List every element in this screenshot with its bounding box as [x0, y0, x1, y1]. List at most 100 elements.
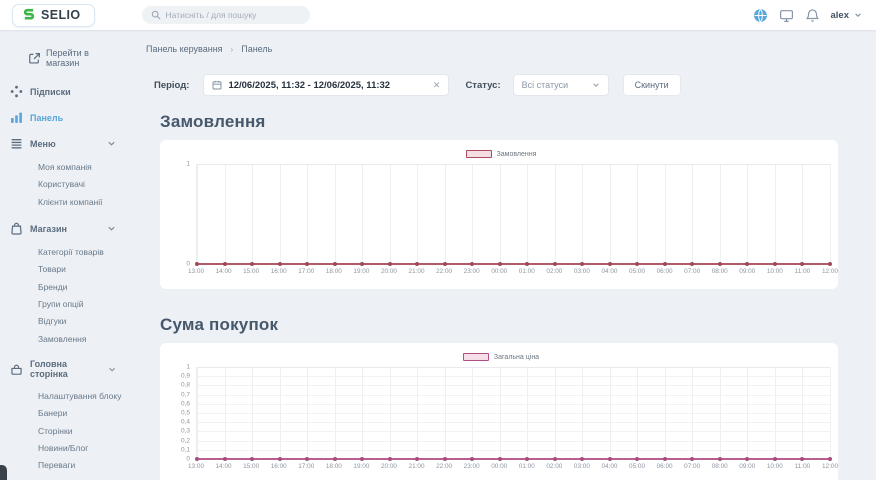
sidebar-item-menu[interactable]: Меню [10, 137, 138, 150]
x-tick-label: 04:00 [601, 268, 617, 275]
data-point [580, 457, 584, 461]
x-tick-label: 20:00 [381, 268, 397, 275]
clear-period-icon[interactable]: ✕ [433, 81, 441, 90]
window-corner-artifact [0, 465, 7, 480]
sidebar-subitem[interactable]: Категорії товарів [38, 248, 138, 257]
chart-legend[interactable]: Загальна ціна [172, 350, 830, 364]
sidebar-subitem[interactable]: Новини/Блог [38, 444, 138, 453]
chevron-down-icon [592, 81, 600, 89]
sidebar-subitem[interactable]: Банери [38, 409, 138, 418]
y-tick-label: 0 [186, 261, 190, 268]
reset-filters-button[interactable]: Скинути [623, 74, 681, 96]
x-tick-label: 09:00 [739, 463, 755, 470]
x-tick-label: 15:00 [243, 268, 259, 275]
y-tick-label: 0,1 [181, 446, 190, 453]
data-point [278, 262, 282, 266]
data-point [333, 457, 337, 461]
period-date-input[interactable]: 12/06/2025, 11:32 - 12/06/2025, 11:32 ✕ [203, 74, 449, 96]
gridline-vertical [720, 164, 721, 264]
x-tick-label: 13:00 [188, 463, 204, 470]
x-tick-label: 13:00 [188, 268, 204, 275]
y-tick-label: 1 [186, 161, 190, 168]
x-tick-label: 08:00 [712, 268, 728, 275]
x-tick-label: 21:00 [409, 463, 425, 470]
sidebar-subitem[interactable]: Сторінки [38, 427, 138, 436]
y-tick-label: 0,6 [181, 400, 190, 407]
data-point [223, 262, 227, 266]
chart-title: Сума покупок [160, 315, 876, 335]
y-tick-label: 0,8 [181, 382, 190, 389]
x-tick-label: 11:00 [795, 268, 811, 275]
x-tick-label: 23:00 [464, 268, 480, 275]
display-icon[interactable] [779, 8, 794, 23]
x-tick-label: 12:00 [822, 463, 838, 470]
sidebar-subitem[interactable]: Відгуки [38, 317, 138, 326]
user-menu[interactable]: alex [831, 10, 863, 21]
x-tick-label: 14:00 [216, 268, 232, 275]
sidebar-subitem[interactable]: Користувачі [38, 180, 138, 189]
gridline-horizontal [197, 395, 830, 396]
app-root: SELIO alex [0, 0, 876, 480]
chart-legend[interactable]: Замовлення [172, 147, 830, 161]
data-point [800, 457, 804, 461]
y-axis: 10 [172, 164, 196, 264]
data-point [745, 457, 749, 461]
x-tick-label: 22:00 [436, 463, 452, 470]
logo[interactable]: SELIO [12, 4, 95, 27]
chart-plot-wrap: 10 [172, 164, 830, 264]
user-name: alex [831, 10, 850, 21]
sidebar-subitem[interactable]: Налаштування блоку [38, 392, 138, 401]
x-tick-label: 06:00 [657, 463, 673, 470]
sidebar-item-homepage[interactable]: Головна сторінка [10, 359, 138, 379]
charts-area: ЗамовленняЗамовлення1013:0014:0015:0016:… [146, 112, 876, 480]
data-point [800, 262, 804, 266]
gridline-vertical [802, 164, 803, 264]
x-tick-label: 09:00 [739, 268, 755, 275]
sidebar-subitem[interactable]: Бренди [38, 283, 138, 292]
sidebar-item-shop[interactable]: Магазин [10, 222, 138, 235]
sidebar-item-subscriptions[interactable]: Підписки [10, 85, 138, 98]
data-point [498, 262, 502, 266]
breadcrumb-item[interactable]: Панель керування [146, 44, 223, 54]
gridline-vertical [197, 164, 198, 264]
search-input[interactable] [166, 10, 301, 20]
sidebar-subitem[interactable]: Групи опцій [38, 300, 138, 309]
gridline-vertical [582, 164, 583, 264]
sidebar-subitem[interactable]: Замовлення [38, 335, 138, 344]
data-series-line [197, 263, 830, 265]
y-tick-label: 0 [186, 456, 190, 463]
data-point [470, 262, 474, 266]
data-point [773, 457, 777, 461]
gridline-vertical [637, 164, 638, 264]
x-tick-label: 00:00 [491, 268, 507, 275]
status-select[interactable]: Всі статуси [513, 74, 609, 96]
legend-swatch [466, 150, 492, 158]
gridline-vertical [830, 164, 831, 264]
data-point [608, 262, 612, 266]
gridline-vertical [500, 164, 501, 264]
sidebar-item-go-to-shop[interactable]: Перейти в магазин [28, 48, 138, 68]
plot-grid [196, 367, 830, 459]
gridline-horizontal [197, 367, 830, 368]
search-box[interactable] [142, 6, 310, 24]
globe-language-icon[interactable] [753, 8, 768, 23]
sidebar-subitem[interactable]: Моя компанія [38, 163, 138, 172]
notifications-bell-icon[interactable] [805, 8, 820, 23]
status-label: Статус: [465, 80, 500, 91]
sidebar-subitem[interactable]: Клієнти компанії [38, 198, 138, 207]
x-tick-label: 18:00 [326, 463, 342, 470]
status-selected-value: Всі статуси [522, 80, 568, 90]
chevron-down-icon [107, 224, 116, 233]
sidebar-item-dashboard[interactable]: Панель [10, 111, 138, 124]
sidebar-subitem[interactable]: Товари [38, 265, 138, 274]
gridline-horizontal [197, 413, 830, 414]
data-point [773, 262, 777, 266]
x-tick-label: 10:00 [767, 463, 783, 470]
x-tick-label: 19:00 [353, 463, 369, 470]
data-point [663, 262, 667, 266]
data-point [553, 457, 557, 461]
gridline-vertical [417, 164, 418, 264]
sidebar-subitem[interactable]: Переваги [38, 461, 138, 470]
data-point [663, 457, 667, 461]
breadcrumb-item: Панель [241, 44, 272, 54]
